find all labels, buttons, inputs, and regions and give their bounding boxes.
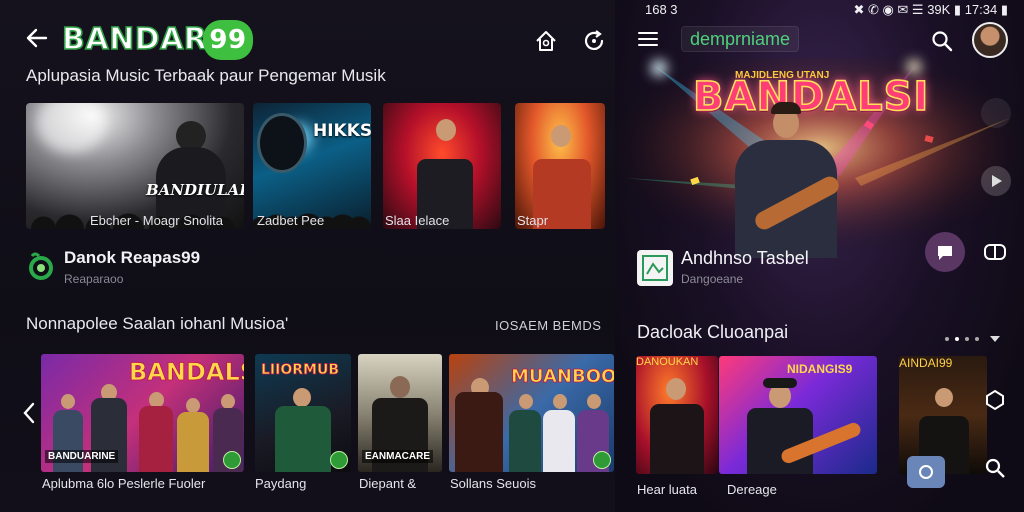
album-caption: Paydang <box>255 476 307 491</box>
album-title: BANDALS1 <box>129 358 244 387</box>
album-card[interactable]: EANMACARE <box>358 354 442 472</box>
album-card[interactable]: LIIORMUB <box>255 354 351 472</box>
album-caption: Sollans Seuois <box>450 476 536 491</box>
artist-name: Danok Reapas99 <box>64 248 201 267</box>
album-title: MUANBOON <box>511 366 614 388</box>
artist-logo-icon <box>29 252 53 280</box>
download-icon[interactable] <box>983 388 1007 412</box>
featured-card[interactable]: HIKKS Zadbet Pee <box>253 103 371 229</box>
app-name-chip[interactable]: demprniame <box>681 26 800 52</box>
album-overlay: AINDAI99 <box>899 356 953 370</box>
album-overlay: NIDANGIS9 <box>787 362 853 376</box>
menu-icon[interactable] <box>637 30 659 48</box>
featured-card[interactable]: Stapr <box>515 103 605 229</box>
featured-card[interactable]: BANDIULAH Ebcher - Moagr Snolita <box>26 103 244 229</box>
hero-title: BANDALSI <box>692 73 930 121</box>
label-badge-icon <box>223 451 241 469</box>
pagination-dots[interactable] <box>945 330 1001 343</box>
album-caption: Diepant & <box>359 476 417 491</box>
section-title: Nonnapolee Saalan iohanl Musioa' <box>26 314 289 333</box>
cast-icon[interactable] <box>983 243 1007 261</box>
share-icon[interactable] <box>981 98 1011 128</box>
album-card[interactable]: BANDALS1 BANDUARINE <box>41 354 244 472</box>
card-caption: Stapr <box>517 213 549 228</box>
artist-logo-icon <box>637 250 673 286</box>
album-band: EANMACARE <box>362 450 433 463</box>
album-caption: Hear luata <box>637 482 697 497</box>
album-caption: Aplubma 6lo Peslerle Fuoler <box>42 476 206 491</box>
album-card[interactable]: MUANBOON <box>449 354 614 472</box>
artist-subtitle: Dangoeane <box>681 272 744 286</box>
card-overlay-title: HIKKS <box>313 121 371 141</box>
card-caption: Slaa Ielace <box>385 213 450 228</box>
status-icons: ✖ ✆ ◉ ✉ ☰ 39K ▮ 17:34 ▮ <box>853 2 1008 17</box>
album-overlay: DANOUKAN <box>636 356 699 368</box>
picture-in-picture-button[interactable] <box>907 456 945 488</box>
label-badge-icon <box>330 451 348 469</box>
album-card[interactable]: NIDANGIS9 <box>719 356 877 474</box>
search-icon[interactable] <box>983 456 1007 480</box>
brand-logo[interactable]: BANDAR99 <box>61 20 253 60</box>
album-card[interactable]: DANOUKAN <box>636 356 718 474</box>
brand-name: BANDAR <box>61 21 208 58</box>
artist-name: Andhnso Tasbel <box>681 248 809 268</box>
see-more-link[interactable]: IOSAEM BEMDS <box>495 318 601 333</box>
status-bar: 168 3 ✖ ✆ ◉ ✉ ☰ 39K ▮ 17:34 ▮ <box>615 0 1024 20</box>
top-app-bar: BANDAR99 <box>0 0 615 64</box>
card-caption: Ebcher - Moagr Snolita <box>90 213 223 228</box>
artist-subtitle: Reaparaoo <box>64 272 124 286</box>
album-band: BANDUARINE <box>45 450 119 463</box>
page-subtitle: Aplupasia Music Terbaak paur Pengemar Mu… <box>26 66 386 85</box>
avatar[interactable] <box>972 22 1008 58</box>
album-title: LIIORMUB <box>261 362 340 379</box>
card-caption: Zadbet Pee <box>257 213 325 228</box>
featured-card[interactable]: Slaa Ielace <box>383 103 501 229</box>
chat-fab-button[interactable] <box>925 232 965 272</box>
album-caption: Dereage <box>727 482 777 497</box>
home-icon[interactable] <box>533 28 559 54</box>
chevron-left-icon[interactable] <box>20 400 38 426</box>
card-overlay-title: BANDIULAH <box>146 181 244 199</box>
label-badge-icon <box>593 451 611 469</box>
chevron-down-icon[interactable] <box>989 335 1001 343</box>
play-arrow-icon[interactable] <box>981 166 1011 196</box>
hero-banner[interactable]: MAJIDLENG UTANJ BANDALSI <box>615 58 1024 258</box>
back-arrow-icon[interactable] <box>24 25 50 51</box>
search-icon[interactable] <box>931 30 953 52</box>
refresh-icon[interactable] <box>581 28 607 54</box>
brand-badge: 99 <box>203 20 253 60</box>
main-panel: BANDAR99 Aplupasia Music Terbaak paur Pe… <box>0 0 615 512</box>
player-panel: 168 3 ✖ ✆ ◉ ✉ ☰ 39K ▮ 17:34 ▮ demprniame <box>615 0 1024 512</box>
status-time: 168 3 <box>645 2 678 17</box>
section-title: Dacloak Cluoanpai <box>637 322 789 342</box>
